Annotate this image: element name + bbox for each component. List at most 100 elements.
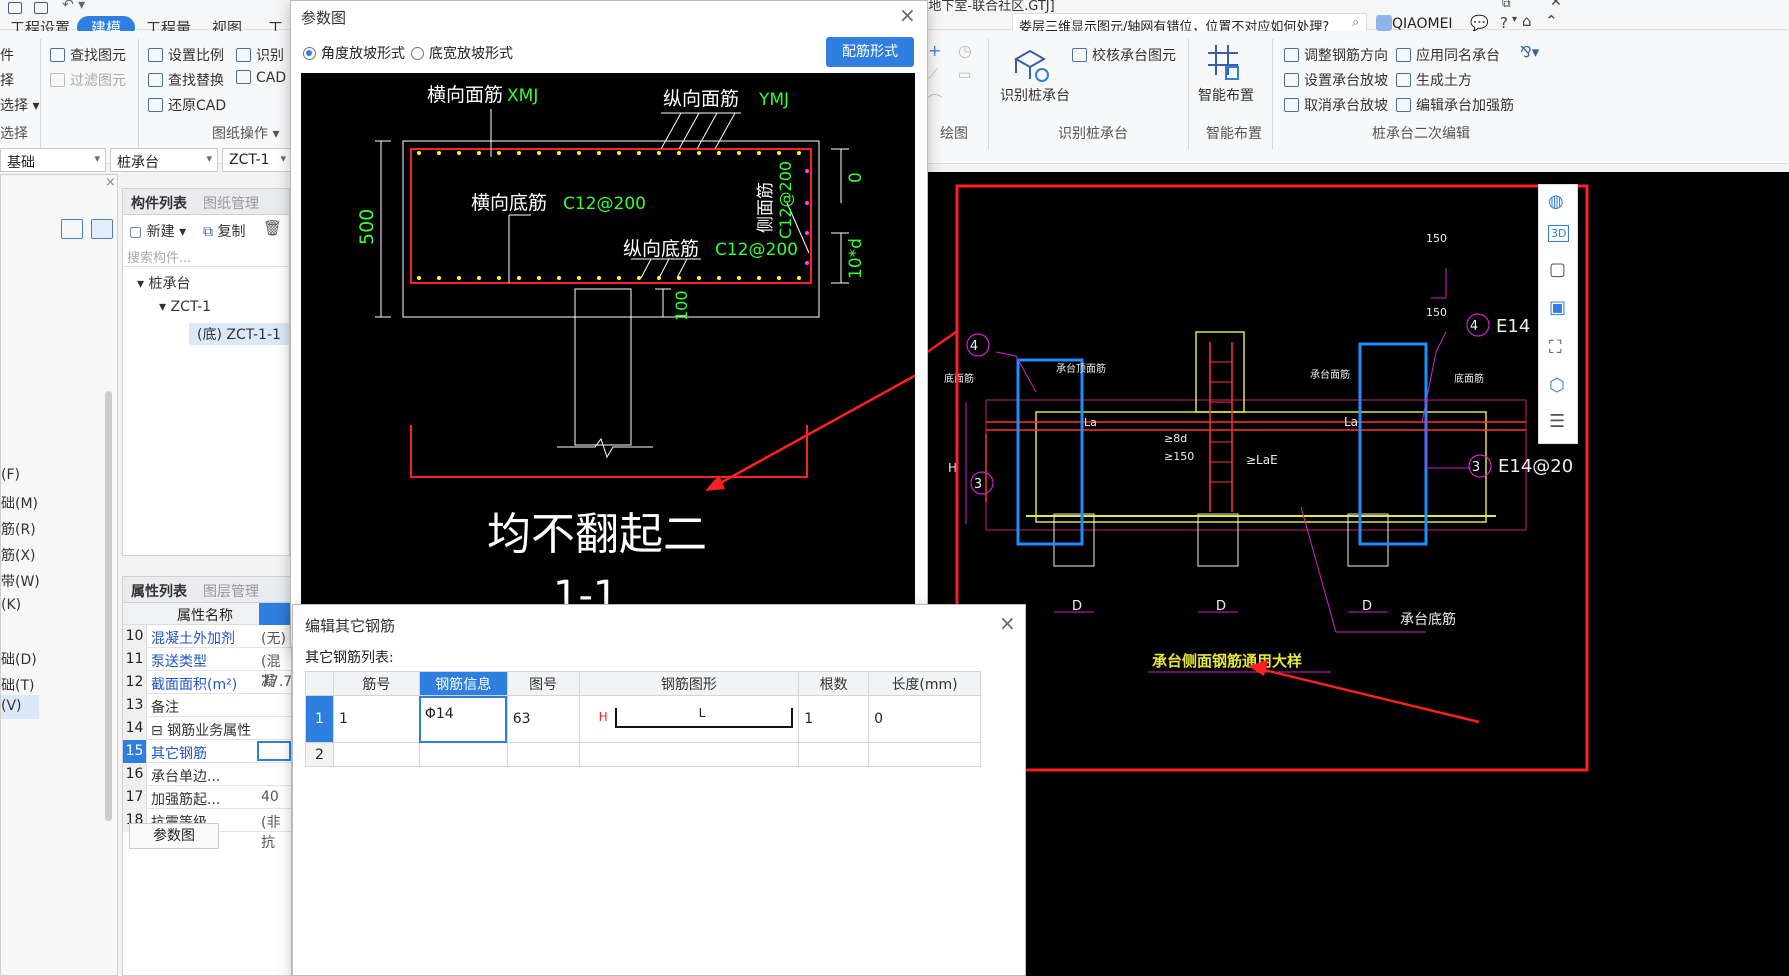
col-rebar-info[interactable]: 钢筋信息	[418, 671, 508, 696]
nav-item[interactable]: 础(D)	[1, 649, 37, 669]
cad-button[interactable]: CAD	[236, 70, 288, 86]
copy-button[interactable]: ⧉ 复制	[203, 221, 245, 241]
help-dropdown-icon[interactable]: ▾	[1512, 14, 1517, 25]
cell-count[interactable]: 1	[798, 695, 870, 743]
identify-button[interactable]: 识别	[236, 45, 288, 65]
set-scale-button[interactable]: 设置比例	[148, 45, 224, 65]
cell-count[interactable]	[798, 742, 870, 767]
col-bar-no[interactable]: 筋号	[332, 671, 420, 696]
property-row[interactable]: 14 ⊟ 钢筋业务属性	[123, 717, 291, 740]
save-icon[interactable]	[34, 2, 48, 14]
tree-leaf-zct1-1[interactable]: (底) ZCT-1-1	[189, 323, 289, 345]
cell-figure-no[interactable]	[506, 742, 580, 767]
open-icon[interactable]	[8, 2, 22, 14]
nav-item[interactable]: 础(T)	[1, 675, 34, 695]
property-row[interactable]: 17 加强筋起... 40	[123, 786, 291, 809]
new-button[interactable]: ▢ 新建 ▾	[129, 221, 186, 241]
adjust-rebar-dir-button[interactable]: 调整钢筋方向	[1284, 45, 1388, 65]
property-row[interactable]: 16 承台单边...	[123, 763, 291, 786]
user-name[interactable]: QIAOMEI	[1392, 16, 1453, 32]
more-tools-icon[interactable]: ⅋▾	[1520, 43, 1539, 61]
property-value[interactable]: (无)	[261, 628, 286, 648]
cad-canvas[interactable]: 4 4 3 3 E14 E14@20 150 150 La La ≥8d ≥15…	[926, 172, 1789, 976]
radio-bottom-width-slope[interactable]: 底宽放坡形式	[411, 43, 513, 63]
layer-dropdown[interactable]: 基础	[0, 148, 106, 172]
nav-item[interactable]: 筋(R)	[1, 519, 36, 539]
collapse-ribbon-icon[interactable]: ⌃	[1545, 12, 1558, 30]
tab-layer-management[interactable]: 图层管理	[203, 581, 259, 601]
property-value[interactable]: (非抗	[261, 812, 291, 852]
close-window-icon[interactable]: ✕	[1550, 0, 1562, 10]
orbit-icon[interactable]: ◍	[1548, 191, 1564, 212]
list-view-icon[interactable]	[61, 219, 83, 239]
clock-icon[interactable]: ◷	[958, 41, 972, 60]
apply-same-name-button[interactable]: 应用同名承台	[1396, 45, 1500, 65]
type-dropdown[interactable]: 桩承台	[110, 148, 218, 172]
nav-item[interactable]: 筋(X)	[1, 545, 36, 565]
line-icon[interactable]: ⟋	[928, 67, 938, 83]
help-icon[interactable]: ?	[1500, 14, 1508, 32]
set-slope-button[interactable]: 设置承台放坡	[1284, 70, 1388, 90]
drawing-ops-group[interactable]: 图纸操作 ▾	[212, 123, 279, 143]
shirt-icon[interactable]: ⌂	[1522, 12, 1532, 30]
row-number[interactable]: 2	[305, 742, 334, 767]
property-value[interactable]	[257, 741, 291, 761]
property-row[interactable]: 13 备注	[123, 694, 291, 717]
smart-layout-button[interactable]: 智能布置	[1198, 85, 1254, 105]
scrollbar[interactable]	[105, 391, 112, 821]
fit-view-icon[interactable]: ⛶	[1549, 337, 1562, 358]
col-length[interactable]: 长度(mm)	[868, 671, 981, 696]
tree-node-pile-cap[interactable]: ▾ 桩承台	[137, 273, 190, 293]
identify-pile-cap-button[interactable]: 识别桩承台	[1000, 85, 1070, 105]
cell-rebar-shape[interactable]: H L	[578, 695, 800, 743]
property-row[interactable]: 15 其它钢筋	[123, 740, 291, 763]
tab-property-list[interactable]: 属性列表	[131, 581, 187, 601]
gen-earthwork-button[interactable]: 生成土方	[1396, 70, 1472, 90]
table-row[interactable]: 2	[305, 742, 981, 767]
delete-icon[interactable]: 🗑	[263, 219, 282, 237]
restore-window-icon[interactable]: ⧉	[1502, 0, 1511, 11]
cancel-slope-button[interactable]: 取消承台放坡	[1284, 95, 1388, 115]
tab-drawing-management[interactable]: 图纸管理	[203, 193, 259, 213]
nav-item[interactable]: (K)	[1, 597, 21, 613]
cell-figure-no[interactable]: 63	[506, 695, 580, 743]
cell-rebar-shape[interactable]	[578, 742, 800, 767]
properties-view-icon[interactable]: ☰	[1549, 411, 1565, 432]
undo-icon[interactable]: ↶ ▾	[62, 0, 85, 13]
nav-item[interactable]: 带(W)	[1, 571, 40, 591]
cell-length[interactable]	[868, 742, 981, 767]
rebar-form-button[interactable]: 配筋形式	[826, 37, 914, 67]
cube-icon[interactable]: ▢	[1549, 259, 1566, 280]
param-dialog-close-icon[interactable]: ×	[899, 3, 916, 27]
cell-rebar-info[interactable]	[418, 742, 508, 767]
param-diagram-button[interactable]: 参数图	[129, 823, 219, 849]
ribbon-left-2[interactable]: 择	[0, 70, 14, 90]
tab-component-list[interactable]: 构件列表	[131, 193, 187, 213]
ribbon-left-1[interactable]: 件	[0, 45, 14, 65]
cell-length[interactable]: 0	[868, 695, 981, 743]
ribbon-left-3[interactable]: 选择 ▾	[0, 95, 39, 115]
arc-icon[interactable]: ⌒	[928, 91, 942, 111]
name-dropdown[interactable]: ZCT-1	[222, 148, 292, 172]
property-row[interactable]: 12 截面面积(m²) 77.78	[123, 671, 301, 694]
property-value[interactable]: 40	[261, 789, 279, 805]
radio-angle-slope[interactable]: 角度放坡形式	[303, 43, 405, 63]
col-rebar-shape[interactable]: 钢筋图形	[578, 671, 800, 696]
cell-bar-no[interactable]: 1	[332, 695, 420, 743]
nav-item[interactable]: 础(M)	[1, 493, 38, 513]
restore-cad-button[interactable]: 还原CAD	[148, 95, 226, 115]
nav-item-selected[interactable]: (V)	[1, 695, 39, 719]
rect-icon[interactable]: ▭	[958, 67, 971, 83]
tree-node-zct1[interactable]: ▾ ZCT-1	[159, 299, 211, 315]
search-icon[interactable]: ⌕	[1352, 15, 1359, 30]
property-row[interactable]: 10 混凝土外加剂 (无)	[123, 625, 291, 648]
close-panel-icon[interactable]: ×	[105, 175, 116, 190]
param-drawing[interactable]: 横向面筋 XMJ 纵向面筋 YMJ 横向底筋 C12@200 纵向底筋 C12@…	[301, 73, 928, 643]
col-figure-no[interactable]: 图号	[506, 671, 580, 696]
row-number[interactable]: 1	[305, 695, 334, 743]
table-row[interactable]: 1 1 Φ14 63 H L 1 0	[305, 695, 981, 743]
find-replace-button[interactable]: 查找替换	[148, 70, 224, 90]
cell-rebar-info[interactable]: Φ14	[418, 695, 508, 743]
edit-reinforce-button[interactable]: 编辑承台加强筋	[1396, 95, 1514, 115]
component-search-input[interactable]: 搜索构件...	[123, 245, 289, 267]
